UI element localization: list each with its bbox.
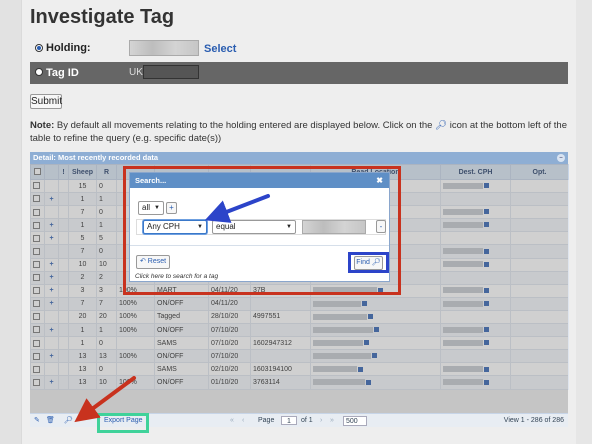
annotation-red-arrow	[74, 376, 136, 423]
annotation-blue-arrow	[204, 194, 270, 223]
page: Investigate Tag Holding: Select Tag ID U…	[0, 0, 592, 444]
annotation-arrows	[74, 194, 270, 423]
